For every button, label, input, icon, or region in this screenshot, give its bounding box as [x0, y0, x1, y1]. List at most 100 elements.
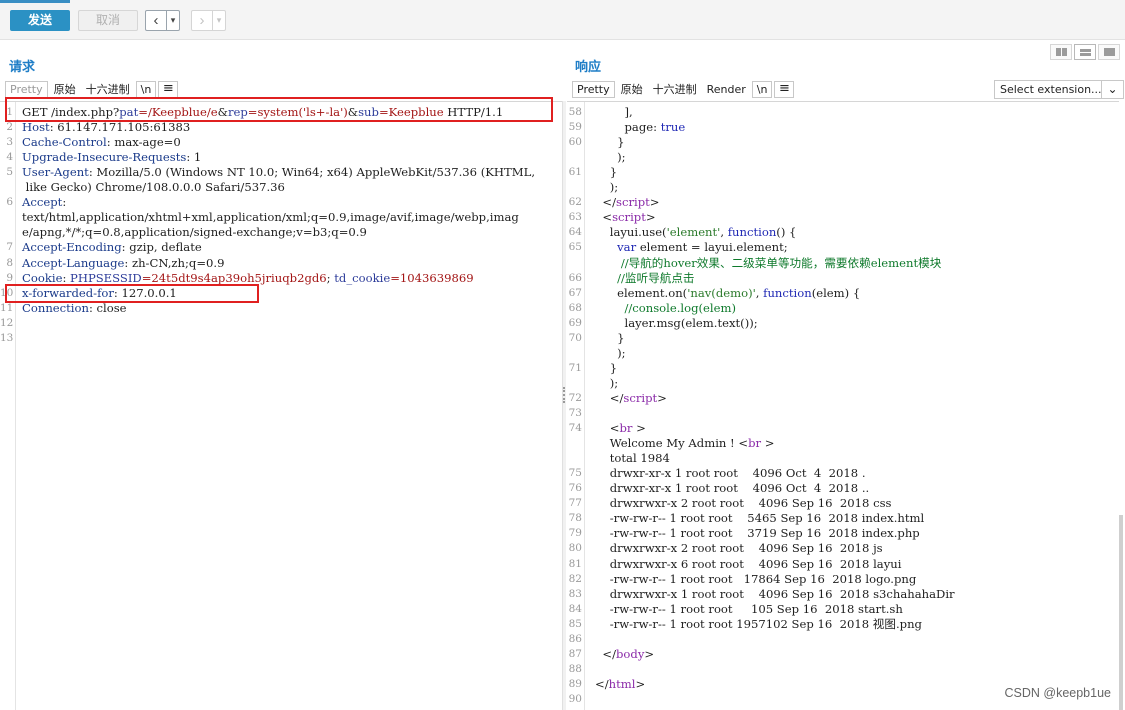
newline-toggle[interactable]: \n [751, 80, 773, 98]
code-token: PHPSESSID [70, 270, 142, 285]
code-line: drwxrwxr-x 2 root root 4096 Sep 16 2018 … [595, 541, 883, 556]
chevron-down-icon: ⌄ [1101, 81, 1123, 98]
tab-pretty[interactable]: Pretty [572, 80, 615, 98]
code-line: like Gecko) Chrome/108.0.0.0 Safari/537.… [22, 180, 285, 195]
tab-hex[interactable]: 十六进制 [649, 81, 701, 98]
code-line: //导航的hover效果、二级菜单等功能，需要依赖element模块 [595, 256, 942, 271]
line-number: 74 [568, 422, 582, 435]
code-token: true [660, 120, 686, 135]
request-title: 请求 [9, 60, 36, 75]
code-token: > [761, 436, 775, 451]
send-button[interactable]: 发送 [10, 10, 70, 31]
layout-columns-icon[interactable] [1050, 44, 1072, 60]
code-line: -rw-rw-r-- 1 root root 105 Sep 16 2018 s… [595, 602, 903, 617]
code-token: drwxrwxr-x 2 root root 4096 Sep 16 2018 … [595, 496, 892, 511]
line-number: 81 [568, 557, 582, 570]
code-token: e/apng,*/*;q=0.8,application/signed-exch… [22, 225, 367, 240]
line-number: 63 [568, 211, 582, 224]
code-line: e/apng,*/*;q=0.8,application/signed-exch… [22, 225, 367, 240]
code-line: -rw-rw-r-- 1 root root 3719 Sep 16 2018 … [595, 526, 920, 541]
code-line: drwxrwxr-x 2 root root 4096 Sep 16 2018 … [595, 496, 892, 511]
chevron-right-icon: › [199, 12, 205, 29]
code-token: Cookie [22, 270, 63, 285]
line-number: 59 [568, 121, 582, 134]
select-extension-value: Select extension... [1000, 83, 1102, 96]
line-number: 85 [568, 617, 582, 630]
toolbar: 发送 取消 ‹ ▾ › ▾ [0, 0, 1125, 40]
line-number: 88 [568, 662, 582, 675]
history-forward-button[interactable]: › ▾ [191, 10, 226, 31]
line-number: 83 [568, 587, 582, 600]
pane-splitter[interactable] [562, 101, 566, 710]
request-editor[interactable]: 1 GET /index.php?pat=/Keepblue/e&rep=syst… [0, 101, 562, 710]
code-line: ); [595, 345, 626, 361]
code-token: Accept-Encoding [22, 240, 122, 255]
newline-toggle[interactable]: \n [135, 80, 157, 98]
code-line: </html> [595, 677, 645, 692]
code-token: //console.log(elem) [624, 300, 737, 315]
code-token: element.on( [595, 285, 688, 300]
highlight-xff-box [5, 284, 259, 303]
code-line: text/html,application/xhtml+xml,applicat… [22, 210, 519, 225]
layout-single-icon[interactable] [1098, 44, 1120, 60]
code-token: ], [595, 105, 633, 119]
cancel-button[interactable]: 取消 [78, 10, 138, 31]
select-extension-dropdown[interactable]: Select extension... ⌄ [994, 80, 1124, 99]
line-number [0, 180, 13, 195]
watermark: CSDN @keepb1ue [1004, 686, 1112, 700]
line-number: 3 [6, 136, 13, 149]
line-number [567, 451, 582, 466]
code-token: drwxrwxr-x 2 root root 4096 Sep 16 2018 … [595, 541, 883, 556]
line-number: 65 [568, 241, 582, 254]
code-token: Host [22, 120, 50, 135]
line-number [567, 346, 582, 361]
menu-icon[interactable]: ≡ [158, 80, 179, 98]
chevron-left-icon: ‹ [153, 12, 159, 29]
tab-raw[interactable]: 原始 [50, 81, 80, 98]
response-scrollbar[interactable] [1119, 515, 1123, 710]
response-editor[interactable]: 58 ], 59 page: true 60 } ); 61 } ); 62 </scr… [567, 101, 1119, 710]
code-line: Cache-Control: max-age=0 [22, 135, 181, 150]
code-token: ); [595, 180, 619, 195]
line-number: 69 [568, 316, 582, 329]
tab-render[interactable]: Render [703, 81, 750, 98]
chevron-down-icon[interactable]: ▾ [212, 11, 225, 30]
line-number: 7 [6, 241, 13, 254]
code-line: var element = layui.element; [595, 240, 788, 255]
tab-hex[interactable]: 十六进制 [82, 81, 134, 98]
code-token: > [645, 210, 656, 225]
line-number: 5 [6, 166, 13, 179]
tab-pretty[interactable]: Pretty [5, 80, 48, 98]
code-line: User-Agent: Mozilla/5.0 (Windows NT 10.0… [22, 165, 535, 180]
menu-icon[interactable]: ≡ [774, 80, 795, 98]
layout-rows-icon[interactable] [1074, 44, 1096, 60]
tab-raw[interactable]: 原始 [617, 81, 647, 98]
code-line: </script> [595, 195, 660, 210]
chevron-down-icon[interactable]: ▾ [166, 11, 179, 30]
code-token: > [635, 676, 646, 691]
line-number: 8 [6, 256, 13, 269]
line-number [567, 150, 582, 165]
code-token: script [616, 195, 650, 210]
history-back-button[interactable]: ‹ ▾ [145, 10, 180, 31]
line-number [567, 180, 582, 195]
line-number: 77 [568, 497, 582, 510]
line-number: 66 [568, 271, 582, 284]
code-token: (elem) { [811, 285, 861, 300]
code-token: </ [595, 646, 616, 661]
code-token: ); [595, 345, 626, 360]
code-token: > [649, 195, 660, 210]
code-line: Accept-Encoding: gzip, deflate [22, 240, 202, 255]
code-token: function [727, 225, 777, 240]
line-number [567, 376, 582, 391]
code-token: ); [595, 375, 619, 390]
code-line: <br > [595, 421, 646, 436]
code-token: , [720, 225, 728, 240]
code-token: html [608, 676, 636, 691]
code-token: layui.use( [595, 225, 667, 240]
code-token: var [617, 240, 637, 255]
code-token: total 1984 [595, 451, 670, 466]
code-token: } [595, 165, 618, 180]
